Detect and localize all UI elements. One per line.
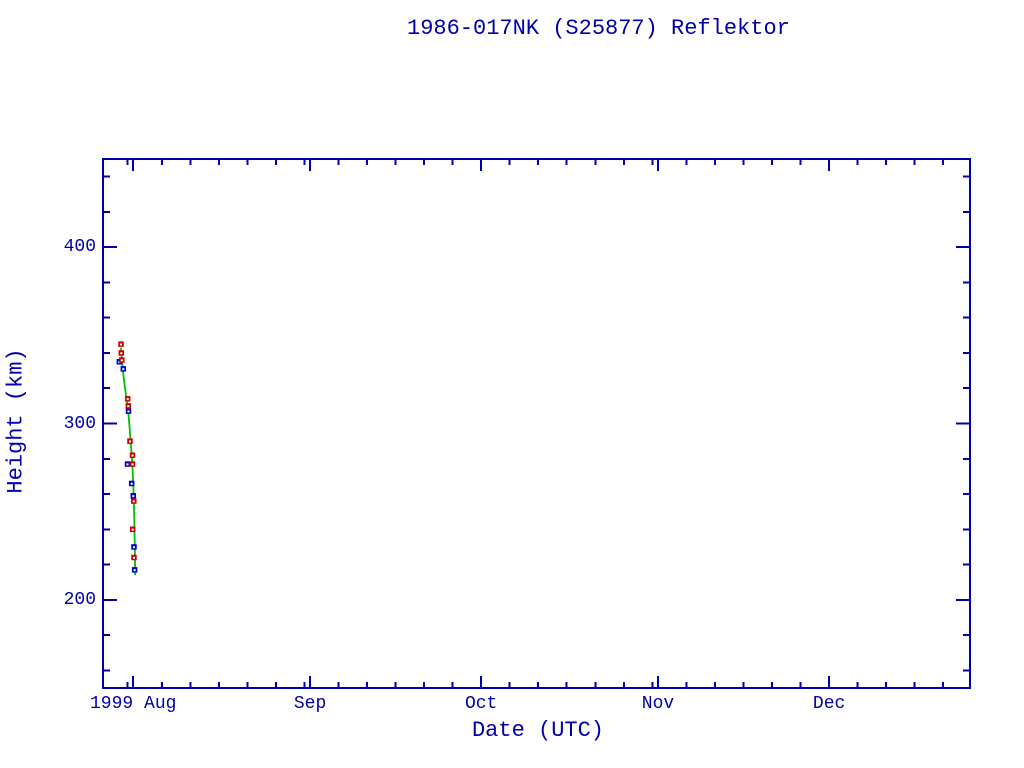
x-axis-title: Date (UTC)	[472, 718, 604, 743]
data-point-marker	[121, 366, 127, 372]
data-point-marker	[131, 544, 137, 550]
data-point-marker	[125, 461, 131, 467]
x-tick-label: Dec	[813, 694, 845, 714]
y-tick-label: 400	[0, 236, 96, 258]
plot-frame	[103, 159, 970, 688]
x-tick-label: Sep	[294, 694, 326, 714]
data-point-marker	[126, 403, 132, 409]
data-point-marker	[126, 408, 132, 414]
data-point-marker	[130, 527, 136, 533]
x-tick-label: Nov	[642, 694, 674, 714]
data-point-marker	[132, 567, 138, 573]
height-points-red	[118, 341, 136, 560]
data-point-marker	[127, 438, 133, 444]
data-point-marker	[118, 341, 124, 347]
axis-ticks	[103, 159, 970, 688]
data-point-marker	[131, 555, 137, 561]
satellite-decay-chart: 1986-017NK (S25877) Reflektor Date (UTC)…	[0, 0, 1024, 768]
data-point-marker	[125, 396, 131, 402]
data-point-marker	[130, 461, 136, 467]
y-tick-label: 200	[0, 589, 96, 611]
chart-title: 1986-017NK (S25877) Reflektor	[407, 16, 790, 41]
data-point-marker	[119, 350, 125, 356]
data-point-marker	[119, 357, 125, 363]
x-tick-label: Oct	[465, 694, 497, 714]
x-tick-label: 1999 Aug	[90, 694, 176, 714]
data-point-marker	[130, 452, 136, 458]
data-point-marker	[131, 493, 137, 499]
y-tick-label: 300	[0, 413, 96, 435]
data-point-marker	[131, 498, 137, 504]
plot-area	[0, 0, 1024, 768]
data-point-marker	[129, 481, 135, 487]
